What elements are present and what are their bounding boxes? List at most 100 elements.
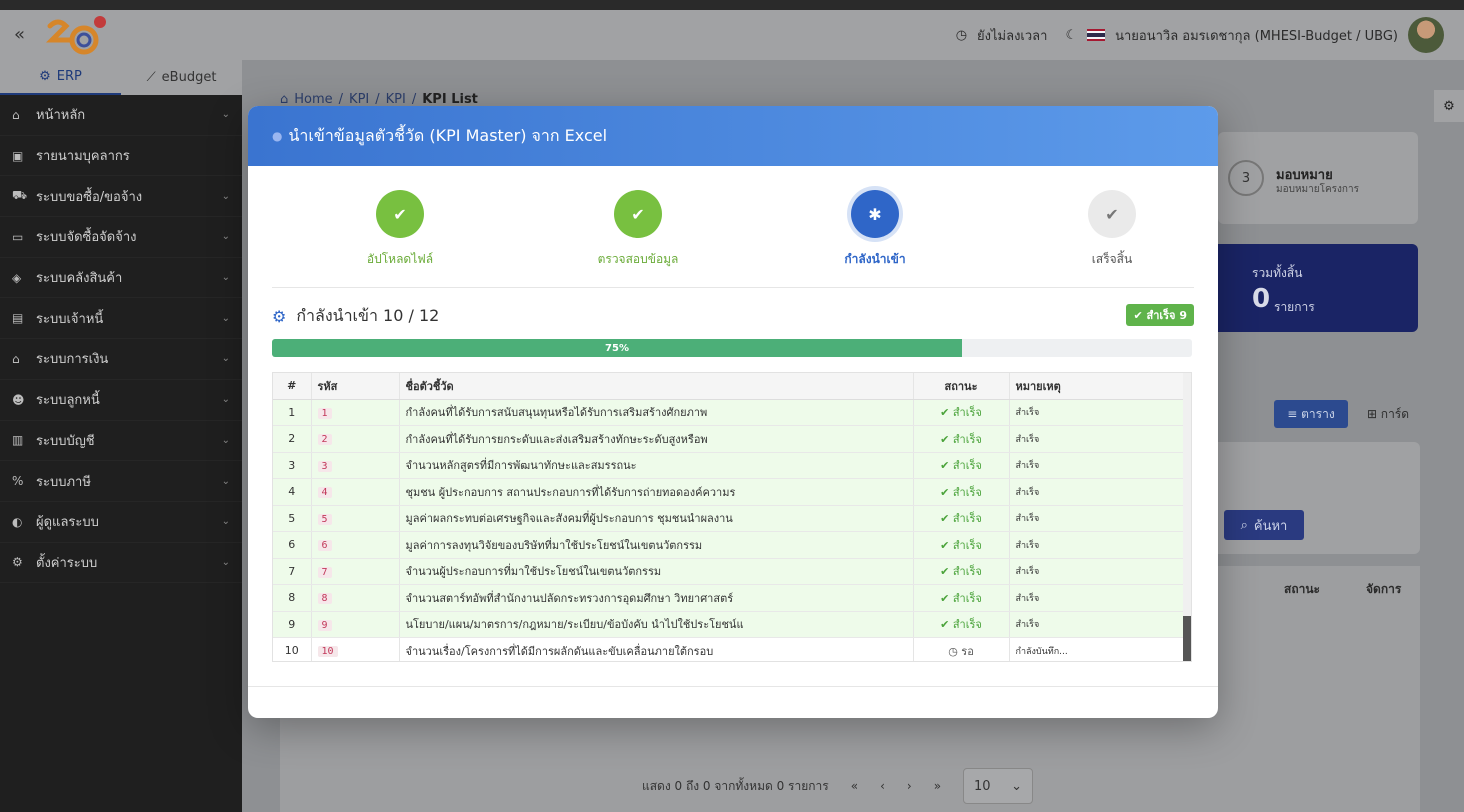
chevron-down-icon: ⌄ — [221, 190, 230, 202]
sidebar: ⌂ หน้าหลัก ⌄ ▣ รายนามบุคลากร ⛟ ระบบขอซื้อ/ขอ… — [0, 95, 242, 812]
breadcrumb-home[interactable]: Home — [294, 92, 332, 107]
sidebar-item-staff[interactable]: ▣ รายนามบุคลากร — [0, 136, 242, 177]
user-name[interactable]: นายอนาวิล อมรเดชากุล (MHESI-Budget / UBG… — [1115, 25, 1398, 46]
row-status: ✔ สำเร็จ — [913, 558, 1010, 585]
row-index: 9 — [273, 611, 312, 638]
check-circle-icon: ✔ — [940, 538, 950, 552]
step-label: ตรวจสอบข้อมูล — [597, 252, 679, 266]
row-code: 4 — [311, 478, 400, 506]
settings-gear-icon[interactable]: ⚙ — [1434, 90, 1464, 122]
check-circle-icon: ✔ — [940, 406, 950, 420]
breadcrumb-kpi-sub[interactable]: KPI — [386, 92, 406, 107]
step-label: เสร็จสิ้น — [1091, 252, 1133, 266]
sidebar-item-accounting[interactable]: ▥ ระบบบัญชี ⌄ — [0, 421, 242, 462]
next-page-button[interactable]: › — [907, 779, 912, 793]
view-table-button[interactable]: ≡ ตาราง — [1274, 400, 1348, 428]
sidebar-item-receivables[interactable]: ☻ ระบบลูกหนี้ ⌄ — [0, 380, 242, 421]
row-note: สำเร็จ — [1009, 531, 1184, 559]
pagination-info: แสดง 0 ถึง 0 จากทั้งหมด 0 รายการ — [642, 778, 829, 793]
clock-icon: ◷ — [955, 27, 968, 43]
dark-mode-icon[interactable]: ☾ — [1065, 28, 1077, 43]
table-row: 1 1 กำลังคนที่ได้รับการสนับสนุนทุนหรือได้ร… — [273, 399, 1184, 426]
row-code: 1 — [311, 399, 400, 426]
sidebar-item-finance[interactable]: ⌂ ระบบการเงิน ⌄ — [0, 339, 242, 380]
breadcrumb: ⌂ Home / KPI / KPI / KPI List — [280, 92, 478, 107]
first-page-button[interactable]: « — [851, 779, 858, 793]
row-status: ◷ รอ — [913, 637, 1010, 661]
sidebar-icon: ⛟ — [12, 188, 28, 203]
clock-icon: ◷ — [948, 644, 958, 658]
step-label: กำลังนำเข้า — [844, 252, 906, 266]
row-note: กำลังบันทึก... — [1009, 637, 1184, 661]
page-size-select[interactable]: 10 ⌄ — [963, 768, 1034, 804]
sidebar-item-home[interactable]: ⌂ หน้าหลัก ⌄ — [0, 95, 242, 136]
row-status-label: สำเร็จ — [952, 618, 982, 632]
sidebar-item-label: ระบบจัดซื้อจัดจ้าง — [36, 230, 137, 246]
row-note: สำเร็จ — [1009, 584, 1184, 612]
row-status-label: สำเร็จ — [952, 538, 982, 552]
avatar[interactable] — [1408, 17, 1444, 53]
check-circle-icon: ✔ — [940, 591, 950, 605]
sidebar-item-payables[interactable]: ▤ ระบบเจ้าหนี้ ⌄ — [0, 298, 242, 340]
sidebar-item-label: ระบบลูกหนี้ — [36, 393, 100, 409]
row-kpi-name: จำนวนสตาร์ทอัพที่สำนักงานปลัดกระทรวงการอ… — [399, 584, 914, 612]
search-label: ค้นหา — [1253, 518, 1288, 534]
step-upload: ✔ อัปโหลดไฟล์ — [330, 190, 470, 269]
sidebar-item-settings[interactable]: ⚙ ตั้งค่าระบบ ⌄ — [0, 543, 242, 584]
step-number: 3 — [1228, 160, 1264, 196]
row-status: ✔ สำเร็จ — [913, 425, 1010, 453]
scrollbar-thumb[interactable] — [1183, 616, 1191, 661]
window-top-bar — [0, 0, 1464, 10]
code-pill: 4 — [317, 487, 332, 499]
table-header-row: # รหัส ชื่อตัวชี้วัด สถานะ หมายเหตุ — [273, 373, 1184, 400]
table-row: 10 10 จำนวนเรื่อง/โครงการที่ได้มีการผลักดั… — [273, 637, 1184, 661]
search-icon: ⌕ — [1240, 517, 1248, 533]
col-status: สถานะ — [913, 373, 1010, 400]
sidebar-item-requisition[interactable]: ⛟ ระบบขอซื้อ/ขอจ้าง ⌄ — [0, 176, 242, 218]
tab-erp[interactable]: ⚙ ERP — [0, 60, 121, 95]
top-header: « ◷ ยังไม่ลงเวลา ☾ นายอนาวิล อมรเดชากุล … — [0, 10, 1464, 60]
code-pill: 2 — [317, 434, 332, 446]
code-pill: 7 — [317, 566, 332, 578]
table-scrollbar[interactable] — [1183, 373, 1191, 661]
app-logo[interactable] — [44, 14, 108, 58]
sidebar-icon: ▥ — [12, 433, 24, 448]
code-pill: 3 — [317, 460, 332, 472]
row-code: 9 — [311, 611, 400, 638]
chevron-down-icon: ⌄ — [221, 434, 230, 446]
sidebar-item-inventory[interactable]: ◈ ระบบคลังสินค้า ⌄ — [0, 258, 242, 299]
home-icon: ⌂ — [280, 92, 289, 107]
sidebar-icon: ◐ — [12, 514, 23, 529]
check-circle-icon: ✔ — [940, 432, 950, 446]
sidebar-item-tax[interactable]: % ระบบภาษี ⌄ — [0, 461, 242, 502]
collapse-sidebar-icon[interactable]: « — [14, 24, 25, 45]
breadcrumb-kpi[interactable]: KPI — [349, 92, 369, 107]
sidebar-item-procurement[interactable]: ▭ ระบบจัดซื้อจัดจ้าง ⌄ — [0, 217, 242, 258]
thai-flag-icon[interactable] — [1087, 29, 1106, 41]
row-status: ✔ สำเร็จ — [913, 505, 1010, 532]
row-note: สำเร็จ — [1009, 452, 1184, 479]
import-results-table[interactable]: # รหัส ชื่อตัวชี้วัด สถานะ หมายเหตุ 1 1 กำ… — [272, 372, 1192, 662]
last-page-button[interactable]: » — [934, 779, 941, 793]
view-card-button[interactable]: ⊞ การ์ด — [1358, 400, 1418, 428]
step-subtitle: มอบหมายโครงการ — [1276, 184, 1359, 195]
prev-page-button[interactable]: ‹ — [880, 779, 885, 793]
row-code: 2 — [311, 425, 400, 453]
total-unit: รายการ — [1274, 300, 1315, 314]
sidebar-icon: ⌂ — [12, 107, 20, 122]
breadcrumb-separator: / — [338, 92, 344, 107]
code-pill: 10 — [317, 646, 338, 658]
tab-ebudget[interactable]: ⟋ eBudget — [121, 60, 242, 95]
row-status-label: สำเร็จ — [952, 512, 982, 526]
tab-ebudget-label: eBudget — [161, 70, 217, 85]
row-status: ✔ สำเร็จ — [913, 611, 1010, 638]
sidebar-item-admin[interactable]: ◐ ผู้ดูแลระบบ ⌄ — [0, 502, 242, 543]
step-label: อัปโหลดไฟล์ — [366, 252, 434, 266]
clock-status[interactable]: ยังไม่ลงเวลา — [977, 25, 1047, 46]
check-circle-icon: ✔ — [940, 512, 950, 526]
progress-bar: 75% — [272, 339, 1192, 357]
row-note: สำเร็จ — [1009, 399, 1184, 426]
row-index: 8 — [273, 584, 312, 612]
search-button[interactable]: ⌕ ค้นหา — [1224, 510, 1304, 540]
row-note: สำเร็จ — [1009, 478, 1184, 506]
